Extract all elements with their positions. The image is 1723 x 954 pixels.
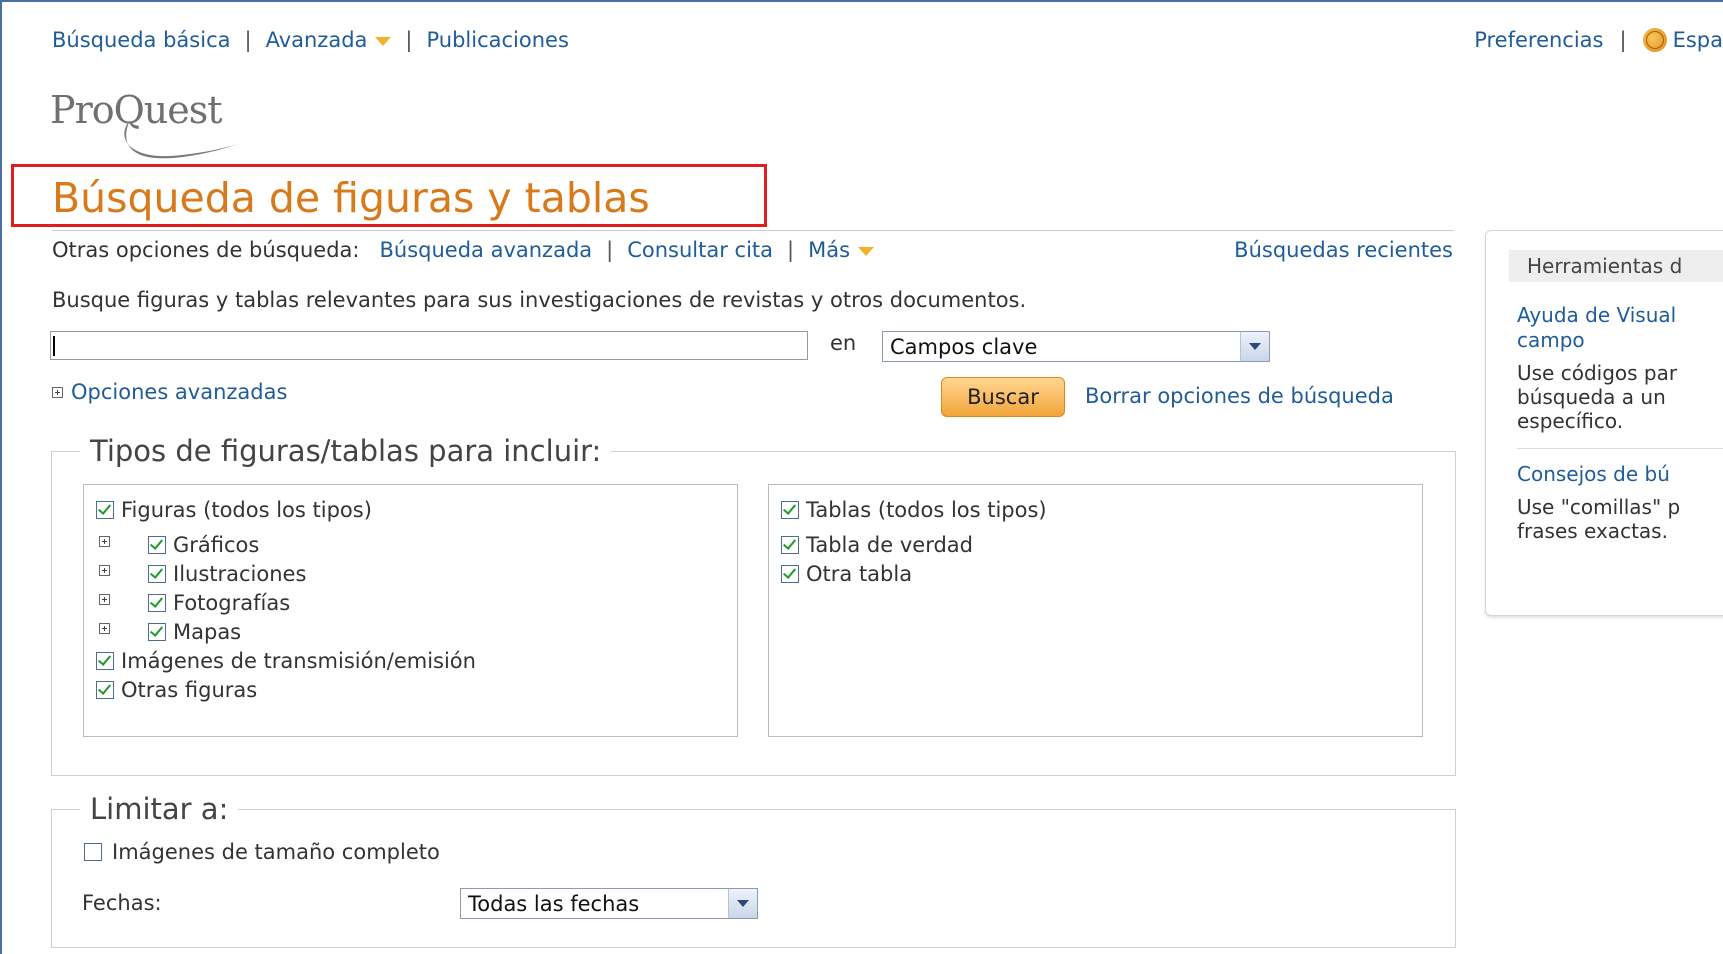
help-text-line: Use códigos par bbox=[1517, 361, 1678, 385]
photos-label: Fotografías bbox=[173, 591, 291, 615]
types-legend: Tipos de figuras/tablas para incluir: bbox=[90, 434, 602, 468]
nav-separator: | bbox=[244, 28, 252, 52]
maps-label: Mapas bbox=[173, 620, 242, 644]
nav-separator: | bbox=[606, 238, 614, 262]
charts-option[interactable]: Gráficos bbox=[148, 533, 259, 557]
checkbox-checked[interactable] bbox=[781, 501, 799, 519]
more-label: Más bbox=[808, 238, 851, 262]
expand-plus-icon bbox=[52, 386, 63, 398]
search-input[interactable] bbox=[50, 331, 808, 360]
nav-separator: | bbox=[405, 28, 413, 52]
maps-option[interactable]: Mapas bbox=[148, 620, 241, 644]
nav-publications-link[interactable]: Publicaciones bbox=[426, 28, 568, 52]
cite-lookup-link[interactable]: Consultar cita bbox=[627, 238, 773, 262]
more-options-link[interactable]: Más bbox=[808, 238, 875, 262]
top-nav: Búsqueda básica | Avanzada | Publicacion… bbox=[52, 28, 569, 52]
charts-label: Gráficos bbox=[173, 533, 260, 557]
recent-searches-link[interactable]: Búsquedas recientes bbox=[1234, 238, 1453, 262]
checkbox-checked[interactable] bbox=[148, 623, 166, 641]
checkbox-checked[interactable] bbox=[96, 652, 114, 670]
other-search-options: Otras opciones de búsqueda: Búsqueda ava… bbox=[52, 238, 875, 262]
checkbox-checked[interactable] bbox=[148, 536, 166, 554]
chevron-down-icon bbox=[375, 36, 392, 46]
broadcast-label: Imágenes de transmisión/emisión bbox=[121, 649, 476, 673]
checkbox-checked[interactable] bbox=[148, 565, 166, 583]
preferences-link[interactable]: Preferencias bbox=[1474, 28, 1603, 52]
text-cursor bbox=[53, 336, 55, 356]
tools-panel-header: Herramientas d bbox=[1509, 250, 1723, 282]
search-field-value: Campos clave bbox=[890, 334, 1038, 359]
nav-separator: | bbox=[1619, 28, 1627, 52]
language-link[interactable]: Espa bbox=[1673, 28, 1723, 52]
checkbox-checked[interactable] bbox=[96, 501, 114, 519]
expand-plus-icon[interactable] bbox=[99, 594, 110, 605]
title-divider bbox=[52, 230, 1454, 231]
illustrations-option[interactable]: Ilustraciones bbox=[148, 562, 306, 586]
tips-text-line: Use "comillas" p bbox=[1517, 495, 1681, 519]
search-field-select[interactable]: Campos clave bbox=[882, 331, 1270, 362]
page-title: Búsqueda de figuras y tablas bbox=[52, 174, 650, 222]
field-help-link-cont[interactable]: campo bbox=[1517, 328, 1585, 353]
full-size-label: Imágenes de tamaño completo bbox=[112, 840, 440, 864]
figures-all-option[interactable]: Figuras (todos los tipos) bbox=[96, 498, 372, 522]
checkbox-checked[interactable] bbox=[781, 536, 799, 554]
window-frame-left bbox=[0, 0, 2, 954]
dates-label: Fechas: bbox=[82, 891, 162, 915]
clear-search-link[interactable]: Borrar opciones de búsqueda bbox=[1085, 384, 1394, 408]
checkbox-unchecked[interactable] bbox=[84, 843, 102, 861]
limit-fieldset: Limitar a: bbox=[51, 792, 1456, 948]
field-help-link[interactable]: Ayuda de Visual bbox=[1517, 303, 1676, 328]
nav-advanced-label: Avanzada bbox=[265, 28, 368, 52]
other-figures-label: Otras figuras bbox=[121, 678, 258, 702]
top-right-nav: Preferencias | Espa bbox=[1474, 28, 1723, 52]
search-tips-link[interactable]: Consejos de bú bbox=[1517, 462, 1670, 487]
dropdown-arrow-icon bbox=[1240, 332, 1269, 361]
full-size-option[interactable]: Imágenes de tamaño completo bbox=[84, 840, 440, 864]
page-description: Busque figuras y tablas relevantes para … bbox=[52, 288, 1027, 312]
tables-all-option[interactable]: Tablas (todos los tipos) bbox=[781, 498, 1047, 522]
logo-swoosh-icon bbox=[124, 120, 238, 159]
other-table-label: Otra tabla bbox=[806, 562, 913, 586]
other-table-option[interactable]: Otra tabla bbox=[781, 562, 912, 586]
checkbox-checked[interactable] bbox=[781, 565, 799, 583]
illustrations-label: Ilustraciones bbox=[173, 562, 307, 586]
expand-plus-icon[interactable] bbox=[99, 536, 110, 547]
checkbox-checked[interactable] bbox=[148, 594, 166, 612]
truth-table-option[interactable]: Tabla de verdad bbox=[781, 533, 973, 557]
nav-basic-search-link[interactable]: Búsqueda básica bbox=[52, 28, 230, 52]
truth-table-label: Tabla de verdad bbox=[806, 533, 973, 557]
tables-all-label: Tablas (todos los tipos) bbox=[806, 498, 1047, 522]
other-figures-option[interactable]: Otras figuras bbox=[96, 678, 257, 702]
window-frame-top bbox=[0, 0, 1723, 2]
expand-plus-icon[interactable] bbox=[99, 565, 110, 576]
nav-advanced-link[interactable]: Avanzada bbox=[266, 28, 392, 52]
checkbox-checked[interactable] bbox=[96, 681, 114, 699]
help-text-line: específico. bbox=[1517, 409, 1624, 433]
dropdown-arrow-icon bbox=[728, 889, 757, 918]
advanced-options-link[interactable]: Opciones avanzadas bbox=[71, 380, 287, 404]
broadcast-option[interactable]: Imágenes de transmisión/emisión bbox=[96, 649, 476, 673]
nav-separator: | bbox=[787, 238, 795, 262]
advanced-options-toggle[interactable]: Opciones avanzadas bbox=[52, 380, 287, 404]
dates-value: Todas las fechas bbox=[468, 891, 640, 916]
help-text-line: búsqueda a un bbox=[1517, 385, 1666, 409]
expand-plus-icon[interactable] bbox=[99, 623, 110, 634]
other-options-label: Otras opciones de búsqueda: bbox=[52, 238, 360, 262]
in-label: en bbox=[830, 331, 857, 355]
photos-option[interactable]: Fotografías bbox=[148, 591, 290, 615]
chevron-down-icon bbox=[858, 246, 875, 256]
figures-all-label: Figuras (todos los tipos) bbox=[121, 498, 372, 522]
globe-icon bbox=[1642, 28, 1667, 52]
search-button[interactable]: Buscar bbox=[941, 377, 1065, 417]
tips-text-line: frases exactas. bbox=[1517, 519, 1668, 543]
limit-legend: Limitar a: bbox=[90, 792, 229, 826]
dates-select[interactable]: Todas las fechas bbox=[460, 888, 758, 919]
side-panel-divider bbox=[1517, 448, 1723, 449]
advanced-search-link[interactable]: Búsqueda avanzada bbox=[379, 238, 592, 262]
